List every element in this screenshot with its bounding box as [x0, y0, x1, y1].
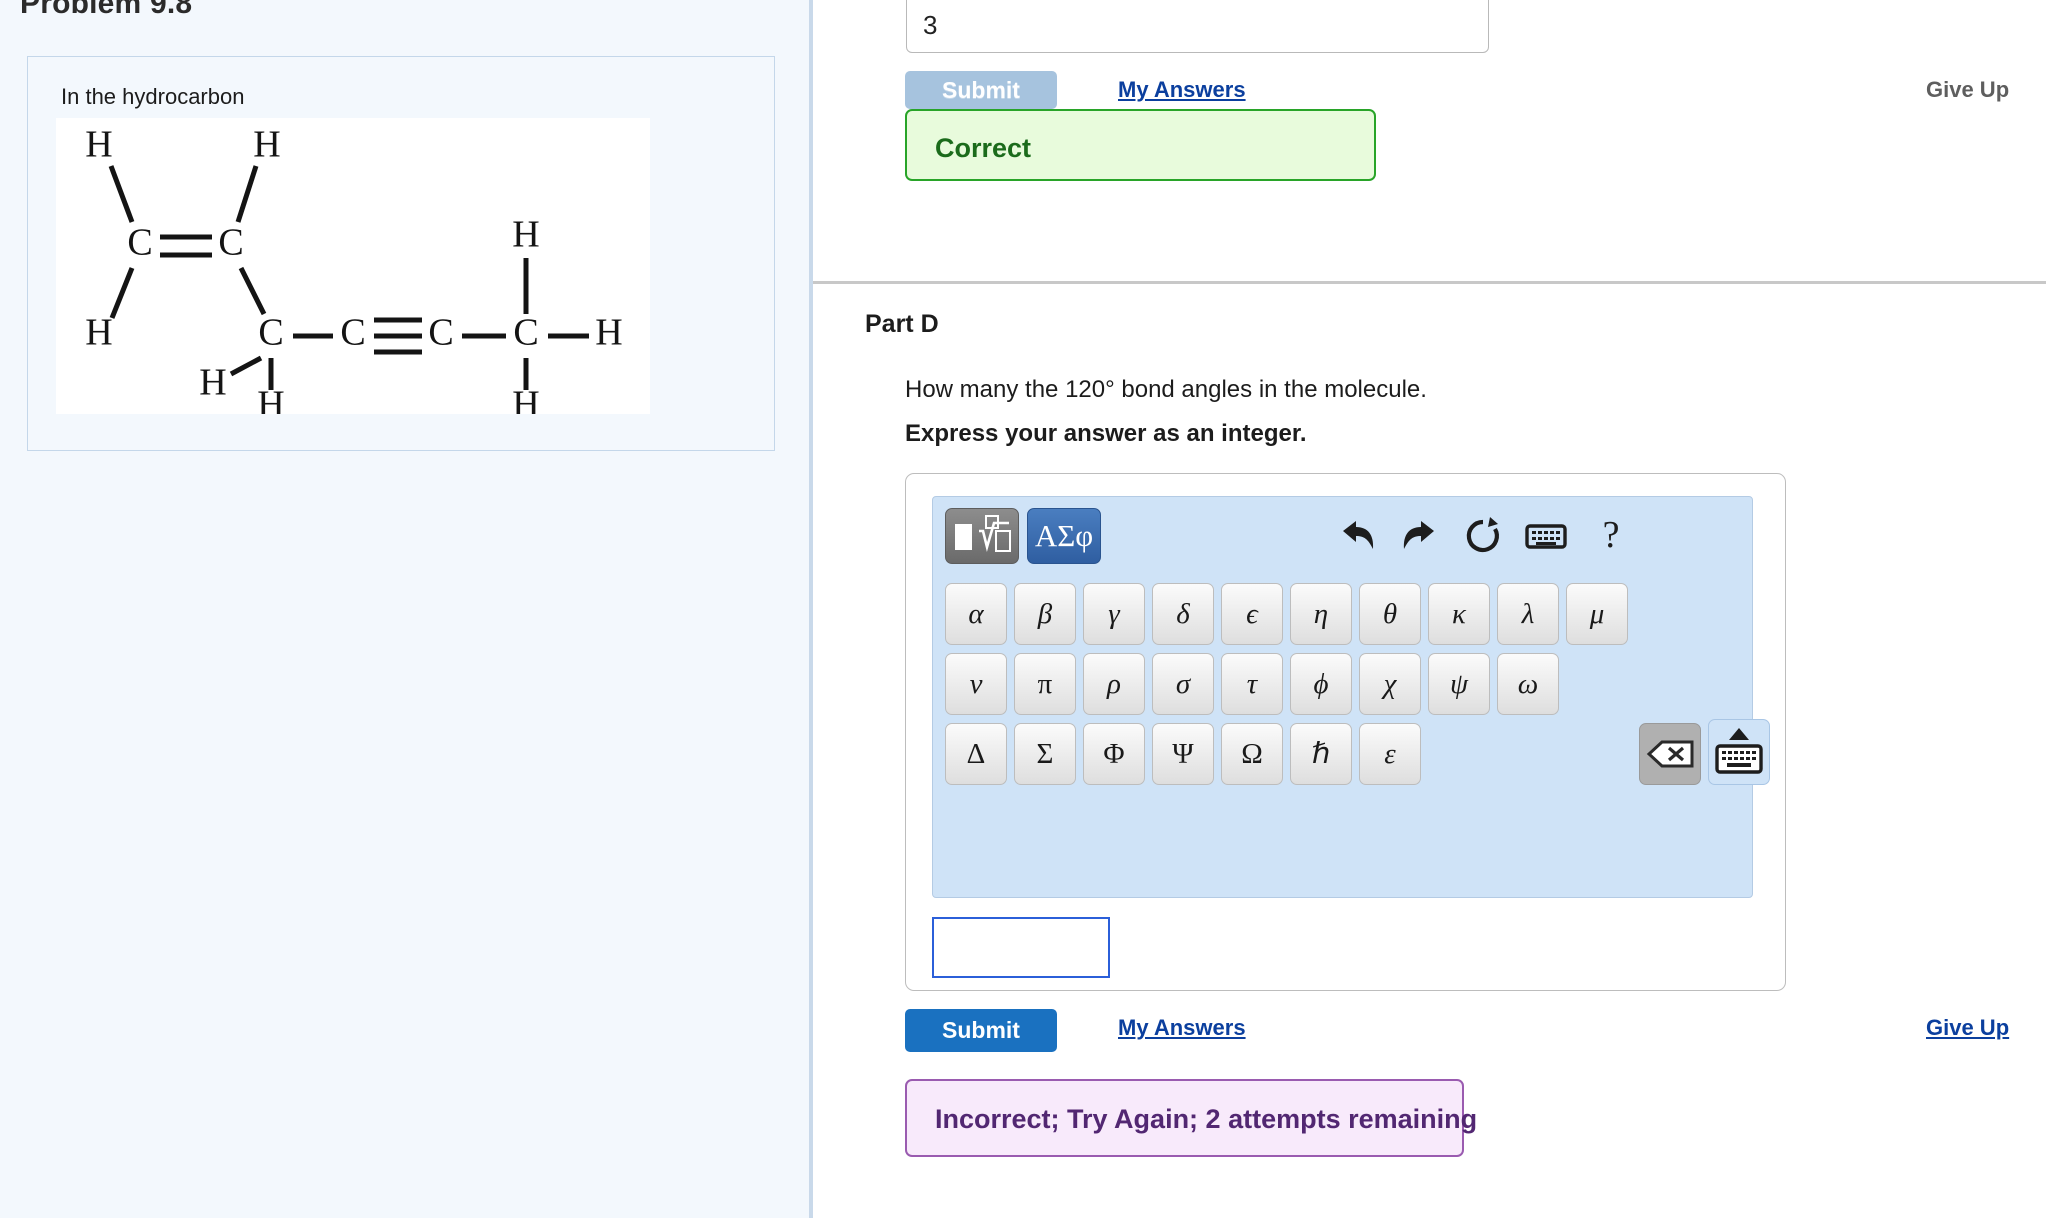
part-d-heading: Part D [865, 310, 939, 338]
part-d-give-up-link[interactable]: Give Up [1926, 1015, 2009, 1041]
greek-key-Ψ[interactable]: Ψ [1152, 723, 1214, 785]
part-d-my-answers-link[interactable]: My Answers [1118, 1015, 1246, 1041]
atom-label-c: C [218, 222, 243, 264]
hide-keyboard-key[interactable] [1708, 719, 1770, 785]
part-c-correct-banner: Correct [905, 109, 1376, 181]
greek-keypad-panel: ΑΣφ ? μ λ κ θ η ϵ δ γ β α ω ψ χ ϕ τ σ ρ … [932, 496, 1770, 898]
greek-key-ν[interactable]: ν [945, 653, 1007, 715]
greek-key-ϕ[interactable]: ϕ [1290, 653, 1352, 715]
greek-key-β[interactable]: β [1014, 583, 1076, 645]
problem-intro-text: In the hydrocarbon [61, 84, 245, 109]
bond-line [108, 165, 135, 223]
help-icon[interactable]: ? [1588, 513, 1634, 559]
reset-icon[interactable] [1460, 513, 1506, 559]
problem-sidebar: Problem 9.8 In the hydrocarbon H H C C H… [0, 0, 809, 1218]
bond-line [238, 266, 267, 316]
greek-mode-button[interactable]: ΑΣφ [1027, 508, 1101, 564]
atom-label-c: C [340, 312, 365, 354]
atom-label-h: H [595, 312, 622, 354]
greek-key-γ[interactable]: γ [1083, 583, 1145, 645]
greek-key-ρ[interactable]: ρ [1083, 653, 1145, 715]
part-c-correct-text: Correct [935, 133, 1032, 163]
bond-line [235, 165, 259, 223]
greek-key-ε[interactable]: ε [1359, 723, 1421, 785]
exercise-content: 3 Submit My Answers Give Up Correct Part… [813, 0, 2046, 1218]
bond-line [109, 267, 135, 319]
greek-key-τ[interactable]: τ [1221, 653, 1283, 715]
part-d-answer-input[interactable] [932, 917, 1110, 978]
math-answer-widget: ΑΣφ ? μ λ κ θ η ϵ δ γ β α ω ψ χ ϕ τ σ ρ … [905, 473, 1786, 991]
greek-key-χ[interactable]: χ [1359, 653, 1421, 715]
greek-key-Φ[interactable]: Φ [1083, 723, 1145, 785]
greek-key-π[interactable]: π [1014, 653, 1076, 715]
part-c-answer-value: 3 [923, 10, 938, 40]
keypad-toolbar: ΑΣφ ? [933, 497, 1752, 575]
greek-key-Σ[interactable]: Σ [1014, 723, 1076, 785]
part-c-my-answers-link[interactable]: My Answers [1118, 77, 1246, 103]
atom-label-c: C [428, 312, 453, 354]
part-d-instruction-text: Express your answer as an integer. [905, 420, 1307, 447]
part-d-question-text: How many the 120° bond angles in the mol… [905, 376, 1427, 403]
greek-key-ψ[interactable]: ψ [1428, 653, 1490, 715]
greek-key-λ[interactable]: λ [1497, 583, 1559, 645]
keyboard-icon[interactable] [1523, 513, 1569, 559]
greek-key-Δ[interactable]: Δ [945, 723, 1007, 785]
part-c-submit-button[interactable]: Submit [905, 71, 1057, 109]
greek-key-η[interactable]: η [1290, 583, 1352, 645]
problem-statement-box: In the hydrocarbon H H C C H C C C C H H… [27, 56, 775, 451]
greek-key-κ[interactable]: κ [1428, 583, 1490, 645]
part-c-answer-field[interactable]: 3 [906, 0, 1489, 53]
atom-label-c: C [127, 222, 152, 264]
greek-key-δ[interactable]: δ [1152, 583, 1214, 645]
atom-label-h: H [199, 362, 226, 404]
atom-label-c: C [513, 312, 538, 354]
greek-key-α[interactable]: α [945, 583, 1007, 645]
greek-key-Ω[interactable]: Ω [1221, 723, 1283, 785]
backspace-key[interactable] [1639, 723, 1701, 785]
atom-label-h: H [512, 214, 539, 256]
part-c-give-up-link[interactable]: Give Up [1926, 77, 2009, 103]
section-divider [813, 281, 2046, 284]
greek-key-ϵ[interactable]: ϵ [1221, 583, 1283, 645]
part-d-incorrect-text: Incorrect; Try Again; 2 attempts remaini… [935, 1104, 1478, 1134]
atom-label-h: H [85, 124, 112, 166]
atom-label-h: H [253, 124, 280, 166]
greek-key-ℏ[interactable]: ℏ [1290, 723, 1352, 785]
greek-key-ω[interactable]: ω [1497, 653, 1559, 715]
atom-label-c: C [258, 312, 283, 354]
atom-label-h: H [85, 312, 112, 354]
greek-key-μ[interactable]: μ [1566, 583, 1628, 645]
part-d-incorrect-banner: Incorrect; Try Again; 2 attempts remaini… [905, 1079, 1477, 1157]
redo-icon[interactable] [1397, 513, 1443, 559]
page-title: Problem 9.8 [20, 0, 193, 20]
bond-line [229, 355, 263, 377]
math-template-mode-button[interactable] [945, 508, 1019, 564]
greek-key-σ[interactable]: σ [1152, 653, 1214, 715]
part-d-submit-button[interactable]: Submit [905, 1009, 1057, 1052]
molecule-diagram: H H C C H C C C C H H H H H [56, 118, 650, 414]
greek-key-θ[interactable]: θ [1359, 583, 1421, 645]
undo-icon[interactable] [1334, 513, 1380, 559]
